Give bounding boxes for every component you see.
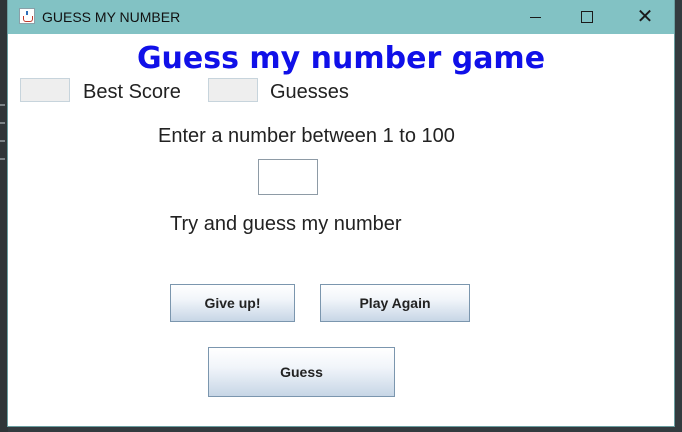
number-input[interactable] [258, 159, 318, 195]
minimize-icon [529, 16, 541, 18]
page-title: Guess my number game [136, 41, 546, 76]
minimize-button[interactable] [512, 0, 558, 34]
guess-button[interactable]: Guess [208, 347, 395, 397]
desktop-background [0, 0, 8, 432]
title-bar[interactable]: GUESS MY NUMBER ✕ [8, 0, 674, 34]
best-score-label: Best Score [83, 81, 181, 103]
maximize-icon [581, 11, 593, 23]
give-up-button[interactable]: Give up! [170, 284, 295, 322]
desktop-mark [0, 158, 5, 160]
maximize-button[interactable] [564, 0, 610, 34]
desktop-mark [0, 122, 5, 124]
feedback-label: Try and guess my number [170, 213, 402, 235]
play-again-button[interactable]: Play Again [320, 284, 470, 322]
guesses-label: Guesses [270, 81, 349, 103]
app-window: GUESS MY NUMBER ✕ Guess my number game B… [8, 0, 674, 426]
desktop-mark [0, 104, 5, 106]
window-title: GUESS MY NUMBER [42, 9, 181, 25]
desktop-mark [0, 140, 5, 142]
java-cup-icon [19, 8, 35, 24]
instruction-label: Enter a number between 1 to 100 [158, 125, 455, 147]
guesses-field [208, 78, 258, 102]
game-panel: Guess my number game Best Score Guesses … [8, 34, 674, 426]
close-button[interactable]: ✕ [622, 0, 668, 34]
close-icon: ✕ [636, 6, 654, 28]
best-score-field [20, 78, 70, 102]
